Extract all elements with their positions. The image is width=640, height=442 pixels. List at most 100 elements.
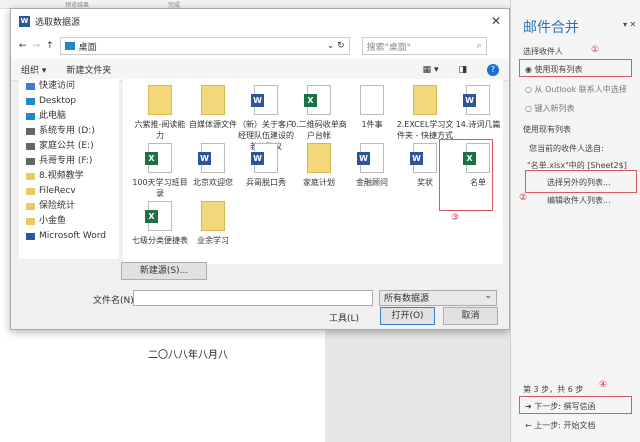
word-file-icon: [410, 143, 437, 173]
file-item[interactable]: 2.EXCEL学习文件夹 - 快捷方式: [396, 85, 454, 141]
pane-close-icon[interactable]: ▾ ✕: [623, 20, 636, 29]
radio-use-existing[interactable]: ◉ 使用现有列表: [525, 64, 583, 75]
file-item[interactable]: 北京欢迎您: [184, 143, 242, 188]
nav-item[interactable]: Microsoft Word: [19, 229, 119, 244]
refresh-icon[interactable]: ⌄ ↻: [327, 41, 345, 51]
file-name: 六紫推-阅读能力: [134, 120, 186, 140]
annotation-box-3: [439, 139, 493, 211]
pane-title: 邮件合并: [523, 20, 579, 36]
nav-item[interactable]: 兵哥专用 (F:): [19, 154, 119, 169]
choose-other-list-link[interactable]: 选择另外的列表...: [547, 177, 611, 188]
excel-file-icon: [145, 143, 172, 173]
file-item[interactable]: 七级分类便捷表: [131, 201, 189, 246]
file-item[interactable]: 1件事: [343, 85, 401, 130]
edit-recipient-list-link[interactable]: 编辑收件人列表...: [547, 195, 611, 206]
next-step-label: 下一步: 撰写信函: [534, 402, 596, 411]
nav-item[interactable]: 家庭公共 (E:): [19, 139, 119, 154]
section-select-recipients: 选择收件人: [523, 47, 563, 56]
section-use-existing: 使用现有列表: [523, 125, 571, 134]
current-source-label: 您当前的收件人选自:: [529, 144, 604, 153]
search-icon: ⌕: [476, 41, 482, 51]
file-name: 北京欢迎您: [193, 178, 233, 187]
file-name: 兵哥脱口秀: [246, 178, 286, 187]
file-name: 七级分类便捷表: [132, 236, 188, 245]
excel-file-icon: [304, 85, 331, 115]
new-folder-button[interactable]: 新建文件夹: [66, 63, 111, 76]
file-item[interactable]: 金融顾问: [343, 143, 401, 188]
file-name: 14.诗词几篇: [455, 120, 501, 129]
address-bar[interactable]: 桌面 ⌄ ↻: [59, 37, 350, 55]
new-source-button[interactable]: 新建源(S)...: [121, 262, 207, 280]
folder-file-icon: [413, 85, 437, 115]
nav-item[interactable]: 8.视频教学: [19, 169, 119, 184]
up-icon[interactable]: ↑: [46, 41, 54, 51]
next-step-link[interactable]: ➜ 下一步: 撰写信函: [525, 401, 596, 412]
nav-item[interactable]: 小金鱼: [19, 214, 119, 229]
view-icon[interactable]: ▦ ▾: [423, 65, 439, 75]
nav-item[interactable]: 快速访问: [19, 79, 119, 94]
prev-step-link[interactable]: ← 上一步: 开始文档: [525, 420, 596, 431]
file-name: 业余学习: [197, 236, 229, 245]
radio-label: 从 Outlook 联系人中选择: [534, 85, 627, 94]
word-icon: W: [19, 15, 30, 27]
file-name: 0.二维码收单商户台帐: [291, 120, 347, 140]
radio-outlook[interactable]: ○ 从 Outlook 联系人中选择: [525, 84, 627, 95]
file-type-value: 所有数据源: [384, 294, 430, 304]
file-name: 1件事: [361, 120, 383, 129]
file-name: 100天学习班目录: [132, 178, 188, 198]
preview-pane-icon[interactable]: ◨: [458, 65, 467, 75]
file-item[interactable]: 100天学习班目录: [131, 143, 189, 199]
folder-file-icon: [307, 143, 331, 173]
file-item[interactable]: 14.诗词几篇: [449, 85, 507, 130]
annotation-2: ②: [519, 193, 528, 203]
word-file-icon: [357, 143, 384, 173]
nav-item[interactable]: 此电脑: [19, 109, 119, 124]
prev-step-label: 上一步: 开始文档: [534, 421, 596, 430]
file-name: 2.EXCEL学习文件夹 - 快捷方式: [396, 120, 454, 140]
folder-file-icon: [148, 85, 172, 115]
filename-label: 文件名(N):: [93, 296, 137, 306]
select-data-source-dialog: W 选取数据源 ✕ ← → ↑ 桌面 ⌄ ↻ 搜索"桌面" ⌕ 组织 ▾ 新建文件夹 ▦ ▾…: [10, 8, 510, 330]
open-button[interactable]: 打开(O): [380, 307, 435, 325]
folder-file-icon: [201, 85, 225, 115]
mail-merge-pane: 邮件合并 ▾ ✕ 选择收件人 ① ◉ 使用现有列表 ○ 从 Outlook 联系…: [510, 0, 640, 442]
tools-menu[interactable]: 工具(L): [329, 311, 359, 324]
document-text: 二〇八八年八月八: [148, 350, 228, 361]
file-item[interactable]: 业余学习: [184, 201, 242, 246]
forward-icon[interactable]: →: [33, 41, 41, 51]
file-item[interactable]: 兵哥脱口秀: [237, 143, 295, 188]
word-file-icon: [463, 85, 490, 115]
file-name: 家庭计划: [303, 178, 335, 187]
back-icon[interactable]: ←: [19, 41, 27, 51]
search-input[interactable]: 搜索"桌面" ⌕: [361, 37, 487, 55]
filename-input[interactable]: [133, 290, 373, 306]
address-text: 桌面: [78, 42, 97, 53]
radio-label: 使用现有列表: [534, 65, 583, 74]
annotation-4: ④: [599, 380, 608, 390]
annotation-1: ①: [591, 45, 600, 55]
file-item[interactable]: 0.二维码收单商户台帐: [290, 85, 348, 141]
radio-new-list[interactable]: ○ 键入新列表: [525, 103, 575, 114]
file-type-select[interactable]: 所有数据源 ⌄: [379, 290, 497, 306]
help-icon[interactable]: ?: [487, 63, 499, 76]
nav-item[interactable]: Desktop: [19, 94, 119, 109]
pdf-file-icon: [201, 201, 225, 231]
word-file-icon: [251, 85, 278, 115]
file-item[interactable]: （新）关于客户经理队伍建设的若干建议: [237, 85, 295, 152]
dialog-title: 选取数据源: [35, 17, 81, 28]
cancel-button[interactable]: 取消: [443, 307, 498, 325]
step-indicator: 第 3 步，共 6 步: [523, 385, 584, 394]
file-item[interactable]: 自媒体源文件: [184, 85, 242, 130]
excel-file-icon: [145, 201, 172, 231]
file-name: 金融顾问: [356, 178, 388, 187]
file-item[interactable]: 家庭计划: [290, 143, 348, 188]
organize-menu[interactable]: 组织 ▾: [21, 63, 46, 76]
word-file-icon: [198, 143, 225, 173]
nav-item[interactable]: 系统专用 (D:): [19, 124, 119, 139]
file-item[interactable]: 六紫推-阅读能力: [131, 85, 189, 141]
nav-item[interactable]: 保险统计: [19, 199, 119, 214]
word-file-icon: [251, 143, 278, 173]
file-name: 自媒体源文件: [189, 120, 237, 129]
close-icon[interactable]: ✕: [491, 14, 501, 28]
nav-item[interactable]: FileRecv: [19, 184, 119, 199]
